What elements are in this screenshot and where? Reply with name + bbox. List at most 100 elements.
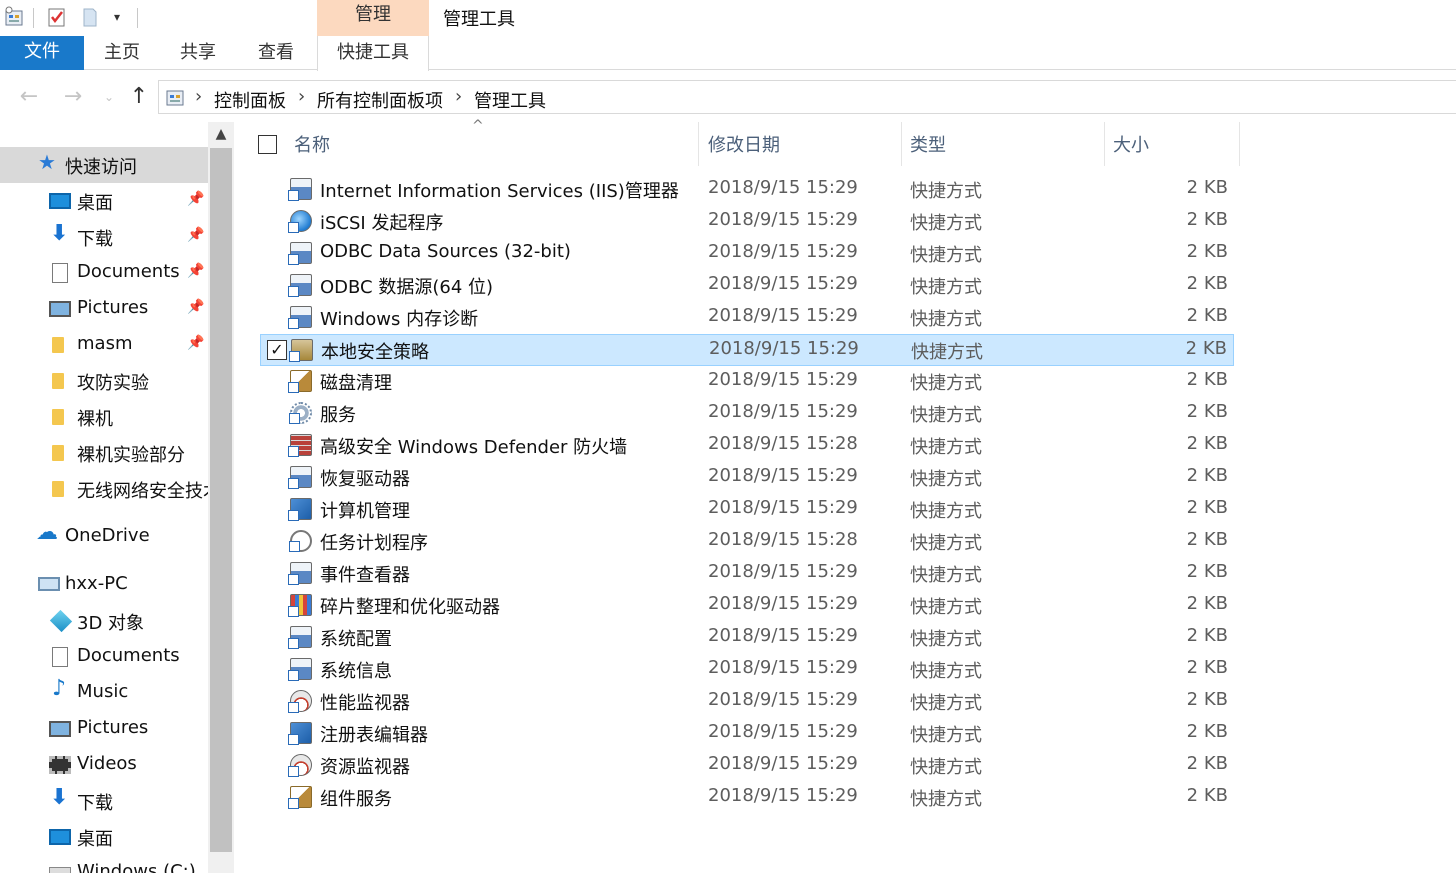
- pin-icon[interactable]: 📌: [187, 263, 204, 279]
- file-row[interactable]: 恢复驱动器 2018/9/15 15:29 快捷方式 2 KB: [260, 462, 1234, 494]
- column-divider[interactable]: [1239, 122, 1240, 166]
- nav-item-folder[interactable]: 裸机实验部分: [0, 435, 208, 471]
- system-info-icon: [288, 658, 312, 681]
- folder-icon: [52, 445, 64, 461]
- nav-item-downloads[interactable]: ⬇ 下载: [0, 783, 208, 819]
- file-row[interactable]: 系统配置 2018/9/15 15:29 快捷方式 2 KB: [260, 622, 1234, 654]
- column-header-name[interactable]: 名称: [286, 122, 698, 166]
- scrollbar-thumb[interactable]: [210, 148, 232, 852]
- column-header-size[interactable]: 大小: [1105, 122, 1239, 166]
- nav-onedrive[interactable]: ☁ OneDrive: [0, 519, 208, 555]
- file-date: 2018/9/15 15:29: [708, 273, 858, 294]
- nav-item-music[interactable]: ♪ Music: [0, 675, 208, 711]
- file-row[interactable]: Windows 内存诊断 2018/9/15 15:29 快捷方式 2 KB: [260, 302, 1234, 334]
- column-header-date[interactable]: 修改日期: [699, 122, 901, 166]
- file-row[interactable]: 注册表编辑器 2018/9/15 15:29 快捷方式 2 KB: [260, 718, 1234, 750]
- tab-home[interactable]: 主页: [88, 36, 156, 70]
- nav-item-drive-c[interactable]: Windows (C:): [0, 855, 208, 873]
- breadcrumb-all-items[interactable]: 所有控制面板项: [317, 87, 443, 113]
- properties-icon[interactable]: [46, 5, 68, 29]
- customize-quick-access-chevron-icon[interactable]: ▾: [108, 5, 126, 29]
- ribbon-tabs: 文件 主页 共享 查看 快捷工具: [0, 36, 1456, 71]
- tab-share[interactable]: 共享: [164, 36, 232, 70]
- file-row[interactable]: 系统信息 2018/9/15 15:29 快捷方式 2 KB: [260, 654, 1234, 686]
- nav-this-pc[interactable]: hxx-PC: [0, 567, 208, 603]
- file-type: 快捷方式: [910, 245, 982, 266]
- pin-icon[interactable]: 📌: [187, 299, 204, 315]
- file-date: 2018/9/15 15:29: [708, 721, 858, 742]
- file-row[interactable]: ODBC Data Sources (32-bit) 2018/9/15 15:…: [260, 238, 1234, 270]
- resource-gauge-icon: [288, 754, 312, 777]
- file-row[interactable]: Internet Information Services (IIS)管理器 2…: [260, 174, 1234, 206]
- up-button[interactable]: ↑: [126, 84, 152, 110]
- scroll-up-icon[interactable]: ▲: [208, 126, 234, 142]
- pin-icon[interactable]: 📌: [187, 191, 204, 207]
- arrow-left-icon: ←: [19, 84, 39, 109]
- nav-item-documents[interactable]: Documents 📌: [0, 255, 208, 291]
- select-all-checkbox[interactable]: [258, 135, 277, 154]
- file-type: 快捷方式: [910, 309, 982, 330]
- file-row[interactable]: 性能监视器 2018/9/15 15:29 快捷方式 2 KB: [260, 686, 1234, 718]
- nav-item-pictures[interactable]: Pictures: [0, 711, 208, 747]
- breadcrumb-chevron-icon[interactable]: ›: [298, 86, 305, 107]
- file-row[interactable]: 组件服务 2018/9/15 15:29 快捷方式 2 KB: [260, 782, 1234, 814]
- file-row[interactable]: 事件查看器 2018/9/15 15:29 快捷方式 2 KB: [260, 558, 1234, 590]
- nav-item-documents[interactable]: Documents: [0, 639, 208, 675]
- row-checkbox-checked[interactable]: ✓: [267, 340, 287, 360]
- iscsi-globe-icon: [288, 210, 312, 233]
- nav-quick-access[interactable]: ★ 快速访问: [0, 147, 208, 183]
- nav-item-masm[interactable]: masm 📌: [0, 327, 208, 363]
- nav-item-desktop[interactable]: 桌面 📌: [0, 183, 208, 219]
- file-row[interactable]: ODBC 数据源(64 位) 2018/9/15 15:29 快捷方式 2 KB: [260, 270, 1234, 302]
- nav-scrollbar[interactable]: ▲: [208, 122, 234, 873]
- nav-item-videos[interactable]: Videos: [0, 747, 208, 783]
- nav-item-folder[interactable]: 裸机: [0, 399, 208, 435]
- file-row[interactable]: 计算机管理 2018/9/15 15:29 快捷方式 2 KB: [260, 494, 1234, 526]
- manage-contextual-tab[interactable]: 管理: [317, 0, 429, 36]
- breadcrumb-chevron-icon[interactable]: ›: [455, 86, 462, 107]
- nav-label: OneDrive: [65, 525, 150, 546]
- window-title: 管理工具: [443, 9, 515, 30]
- file-row-selected[interactable]: ✓ 本地安全策略 2018/9/15 15:29 快捷方式 2 KB: [260, 334, 1234, 366]
- column-header-type[interactable]: 类型: [902, 122, 1104, 166]
- nav-label: masm: [77, 333, 133, 354]
- nav-item-pictures[interactable]: Pictures 📌: [0, 291, 208, 327]
- file-name: Internet Information Services (IIS)管理器: [320, 181, 679, 202]
- new-folder-icon[interactable]: [80, 5, 100, 29]
- file-name: 系统信息: [320, 661, 392, 682]
- tab-shortcut-tools[interactable]: 快捷工具: [317, 36, 429, 71]
- tab-file[interactable]: 文件: [0, 36, 84, 70]
- file-row[interactable]: 磁盘清理 2018/9/15 15:29 快捷方式 2 KB: [260, 366, 1234, 398]
- nav-item-downloads[interactable]: ⬇ 下载 📌: [0, 219, 208, 255]
- nav-item-3d-objects[interactable]: 3D 对象: [0, 603, 208, 639]
- address-bar[interactable]: › 控制面板 › 所有控制面板项 › 管理工具: [158, 80, 1456, 114]
- nav-item-folder[interactable]: 无线网络安全技术: [0, 471, 208, 507]
- pin-icon[interactable]: 📌: [187, 227, 204, 243]
- forward-button[interactable]: →: [60, 84, 86, 110]
- file-name: ODBC Data Sources (32-bit): [320, 241, 571, 262]
- services-gear-icon: [289, 402, 312, 424]
- file-row[interactable]: 服务 2018/9/15 15:29 快捷方式 2 KB: [260, 398, 1234, 430]
- file-row[interactable]: iSCSI 发起程序 2018/9/15 15:29 快捷方式 2 KB: [260, 206, 1234, 238]
- file-size: 2 KB: [1185, 338, 1227, 359]
- breadcrumb-control-panel[interactable]: 控制面板: [214, 87, 286, 113]
- nav-label: 桌面: [77, 829, 113, 850]
- file-type: 快捷方式: [910, 661, 982, 682]
- recent-locations-button[interactable]: ⌄: [96, 84, 122, 110]
- nav-item-desktop[interactable]: 桌面: [0, 819, 208, 855]
- desktop-icon: [49, 829, 71, 845]
- breadcrumb-chevron-icon[interactable]: ›: [195, 86, 202, 107]
- file-row[interactable]: 任务计划程序 2018/9/15 15:28 快捷方式 2 KB: [260, 526, 1234, 558]
- nav-label: Windows (C:): [77, 861, 196, 873]
- file-type: 快捷方式: [910, 405, 982, 426]
- breadcrumb-admin-tools[interactable]: 管理工具: [474, 87, 546, 113]
- file-row[interactable]: 资源监视器 2018/9/15 15:29 快捷方式 2 KB: [260, 750, 1234, 782]
- back-button[interactable]: ←: [16, 84, 42, 110]
- nav-item-folder[interactable]: 攻防实验: [0, 363, 208, 399]
- file-row[interactable]: 高级安全 Windows Defender 防火墙 2018/9/15 15:2…: [260, 430, 1234, 462]
- tab-view[interactable]: 查看: [242, 36, 310, 70]
- pin-icon[interactable]: 📌: [187, 335, 204, 351]
- videos-icon: [49, 756, 71, 774]
- file-type: 快捷方式: [910, 533, 982, 554]
- file-row[interactable]: 碎片整理和优化驱动器 2018/9/15 15:29 快捷方式 2 KB: [260, 590, 1234, 622]
